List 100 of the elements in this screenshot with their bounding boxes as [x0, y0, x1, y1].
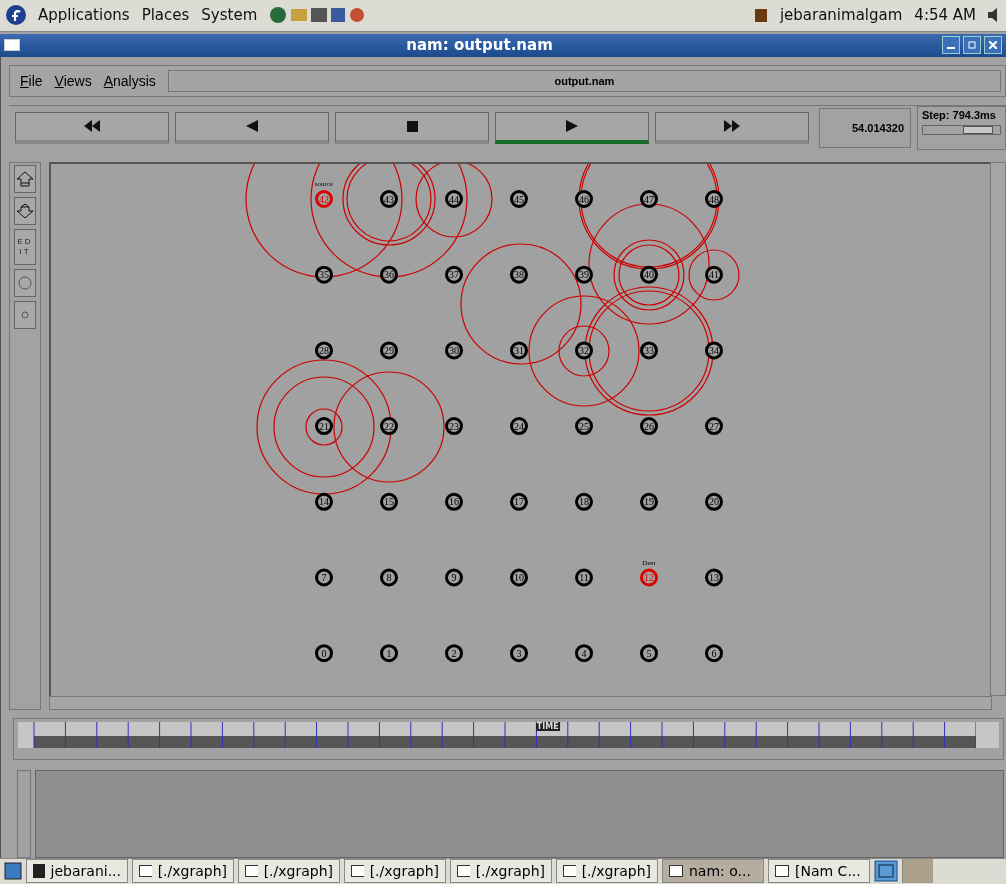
network-node[interactable]: 32 [575, 341, 593, 360]
edit-button[interactable]: ED IT [14, 228, 36, 265]
node-size-button[interactable] [14, 268, 36, 297]
network-node[interactable]: 19 [640, 492, 658, 511]
close-button[interactable] [984, 36, 1002, 55]
network-node[interactable]: 14 [315, 492, 333, 511]
file-name-label: output.nam [167, 69, 1001, 92]
window-icon [245, 865, 258, 878]
fedora-logo-icon[interactable] [6, 5, 26, 26]
taskbar-item[interactable]: jebarani... [26, 859, 128, 884]
network-node[interactable]: 7 [315, 568, 333, 587]
slider-thumb[interactable] [962, 125, 993, 134]
circle-icon [21, 310, 29, 319]
network-node[interactable]: 0 [315, 644, 333, 663]
panel-menu[interactable]: System [201, 6, 258, 25]
network-node[interactable]: 6 [705, 644, 723, 663]
network-node[interactable]: 31 [510, 341, 528, 360]
network-node[interactable]: 29 [380, 341, 398, 360]
workspace-switcher[interactable] [902, 859, 933, 884]
network-node[interactable]: 46 [575, 189, 593, 208]
network-node[interactable]: 44 [445, 189, 463, 208]
terminal-icon [33, 864, 45, 879]
clock[interactable]: 4:54 AM [914, 6, 976, 25]
network-node[interactable]: 10 [510, 568, 528, 587]
network-node[interactable]: 1 [380, 644, 398, 663]
network-node[interactable]: 48 [705, 189, 723, 208]
network-node[interactable]: 8 [380, 568, 398, 587]
desktop-icon[interactable] [4, 862, 22, 881]
network-node[interactable]: 17 [510, 492, 528, 511]
network-node[interactable]: 23 [445, 416, 463, 435]
step-slider[interactable] [922, 124, 1001, 135]
taskbar-item[interactable]: [./xgraph] [344, 859, 446, 884]
network-node[interactable]: 4 [575, 644, 593, 663]
network-node[interactable]: 34 [705, 341, 723, 360]
network-node[interactable]: 30 [445, 341, 463, 360]
user-name[interactable]: jebaranimalgam [779, 6, 903, 25]
network-node[interactable]: 20 [705, 492, 723, 511]
time-slider-thumb[interactable]: TIME [535, 721, 560, 731]
network-node[interactable]: 15 [380, 492, 398, 511]
network-node[interactable]: 47 [640, 189, 658, 208]
circle-icon [18, 275, 32, 290]
maximize-button[interactable] [963, 36, 981, 55]
menu-item[interactable]: File [20, 72, 43, 89]
network-node[interactable]: 5 [640, 644, 658, 663]
zoom-out-button[interactable] [14, 196, 36, 225]
window-icon [669, 865, 683, 878]
network-node[interactable]: 3 [510, 644, 528, 663]
taskbar-item[interactable]: [./xgraph] [132, 859, 234, 884]
network-node[interactable]: 16 [445, 492, 463, 511]
network-node[interactable]: 33 [640, 341, 658, 360]
network-node[interactable]: 45 [510, 189, 528, 208]
package-icon[interactable] [753, 7, 768, 24]
taskbar-item[interactable]: [Nam C... [768, 859, 870, 884]
network-node[interactable]: 41 [705, 265, 723, 284]
window-title: nam: output.nam [405, 36, 554, 55]
stop-button[interactable] [335, 111, 489, 144]
stop-icon [406, 120, 418, 132]
launcher-icons-drawing[interactable] [269, 5, 366, 26]
network-node[interactable]: 28 [315, 341, 333, 360]
network-node[interactable]: 27 [705, 416, 723, 435]
network-node[interactable]: 13 [705, 568, 723, 587]
window-icon [457, 865, 470, 878]
panel-menu[interactable]: Places [141, 6, 190, 25]
step-label: Step: 794.3ms [922, 108, 997, 121]
play-button[interactable] [495, 111, 649, 144]
taskbar-item[interactable]: nam: o... [662, 859, 764, 884]
network-node[interactable]: 2 [445, 644, 463, 663]
menu-item[interactable]: Analysis [103, 72, 156, 89]
speaker-icon[interactable] [988, 7, 1000, 24]
network-node[interactable]: 39 [575, 265, 593, 284]
window-menu-icon[interactable] [4, 39, 20, 52]
network-node[interactable]: 37 [445, 265, 463, 284]
network-node[interactable]: 35 [315, 265, 333, 284]
network-node[interactable]: 38 [510, 265, 528, 284]
network-node[interactable]: 24 [510, 416, 528, 435]
step-back-icon [246, 120, 258, 133]
workspace-icon[interactable] [874, 860, 898, 883]
maximize-icon [968, 41, 976, 50]
minimize-button[interactable] [942, 36, 960, 55]
zoom-in-button[interactable] [14, 164, 36, 193]
menu-item[interactable]: Views [54, 72, 92, 89]
network-node[interactable]: 43 [380, 189, 398, 208]
network-node[interactable]: 26 [640, 416, 658, 435]
network-node[interactable]: 22 [380, 416, 398, 435]
taskbar-item[interactable]: [./xgraph] [238, 859, 340, 884]
taskbar-item[interactable]: [./xgraph] [556, 859, 658, 884]
node-size-button[interactable] [14, 300, 36, 329]
network-node[interactable]: 11 [575, 568, 593, 587]
panel-menu[interactable]: Applications [38, 6, 130, 25]
network-node[interactable]: 40 [640, 265, 658, 284]
taskbar-item[interactable]: [./xgraph] [450, 859, 552, 884]
network-node[interactable]: 9 [445, 568, 463, 587]
vertical-scrollbar[interactable] [17, 769, 31, 858]
vertical-scrollbar[interactable] [990, 161, 1006, 696]
network-node[interactable]: 36 [380, 265, 398, 284]
arrow-up-icon [16, 170, 34, 187]
network-node[interactable]: 18 [575, 492, 593, 511]
network-node[interactable]: 21 [315, 416, 333, 435]
network-node[interactable]: 25 [575, 416, 593, 435]
time-slider[interactable]: TIME [18, 721, 999, 748]
